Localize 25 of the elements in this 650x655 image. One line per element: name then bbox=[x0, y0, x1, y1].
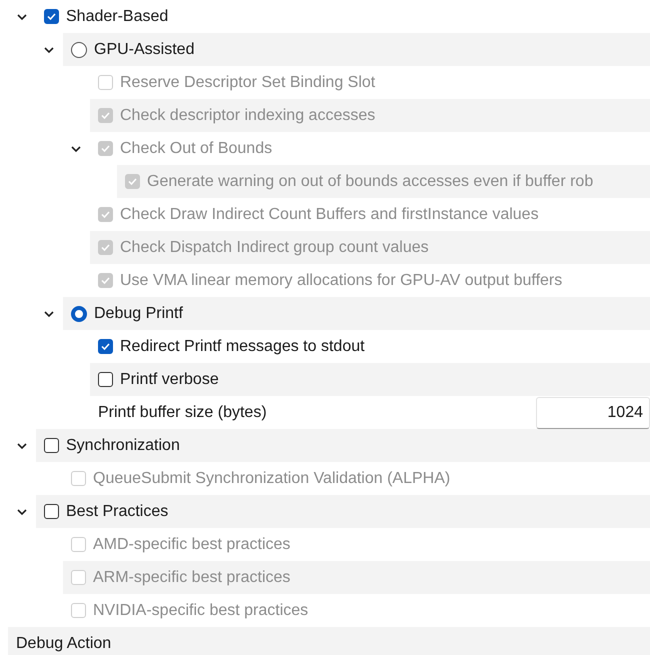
option-label[interactable]: Debug Printf bbox=[94, 302, 183, 326]
checkbox[interactable] bbox=[44, 504, 59, 519]
setting-label: Printf buffer size (bytes) bbox=[98, 402, 268, 422]
checkbox[interactable] bbox=[98, 372, 113, 387]
check-icon bbox=[100, 209, 111, 220]
check-icon bbox=[100, 143, 111, 154]
option-label: Debug Action bbox=[16, 634, 112, 654]
option-label[interactable]: GPU-Assisted bbox=[94, 38, 194, 62]
option-label[interactable]: Redirect Printf messages to stdout bbox=[120, 334, 365, 358]
radio-button[interactable] bbox=[71, 42, 87, 58]
check-icon bbox=[100, 110, 111, 121]
check-icon bbox=[100, 341, 111, 352]
check-icon bbox=[100, 275, 111, 286]
checkbox[interactable] bbox=[98, 339, 113, 354]
option-label[interactable]: Synchronization bbox=[66, 434, 180, 458]
checkbox[interactable] bbox=[44, 9, 59, 24]
option-label[interactable]: Printf verbose bbox=[120, 368, 219, 392]
number-field[interactable]: 1024 bbox=[536, 396, 650, 428]
checkbox[interactable] bbox=[44, 438, 59, 453]
option-label[interactable]: Shader-Based bbox=[66, 4, 168, 28]
check-icon bbox=[127, 176, 138, 187]
check-icon bbox=[100, 242, 111, 253]
radio-button[interactable] bbox=[71, 306, 87, 322]
option-label[interactable]: Best Practices bbox=[66, 500, 168, 524]
check-icon bbox=[46, 11, 57, 22]
